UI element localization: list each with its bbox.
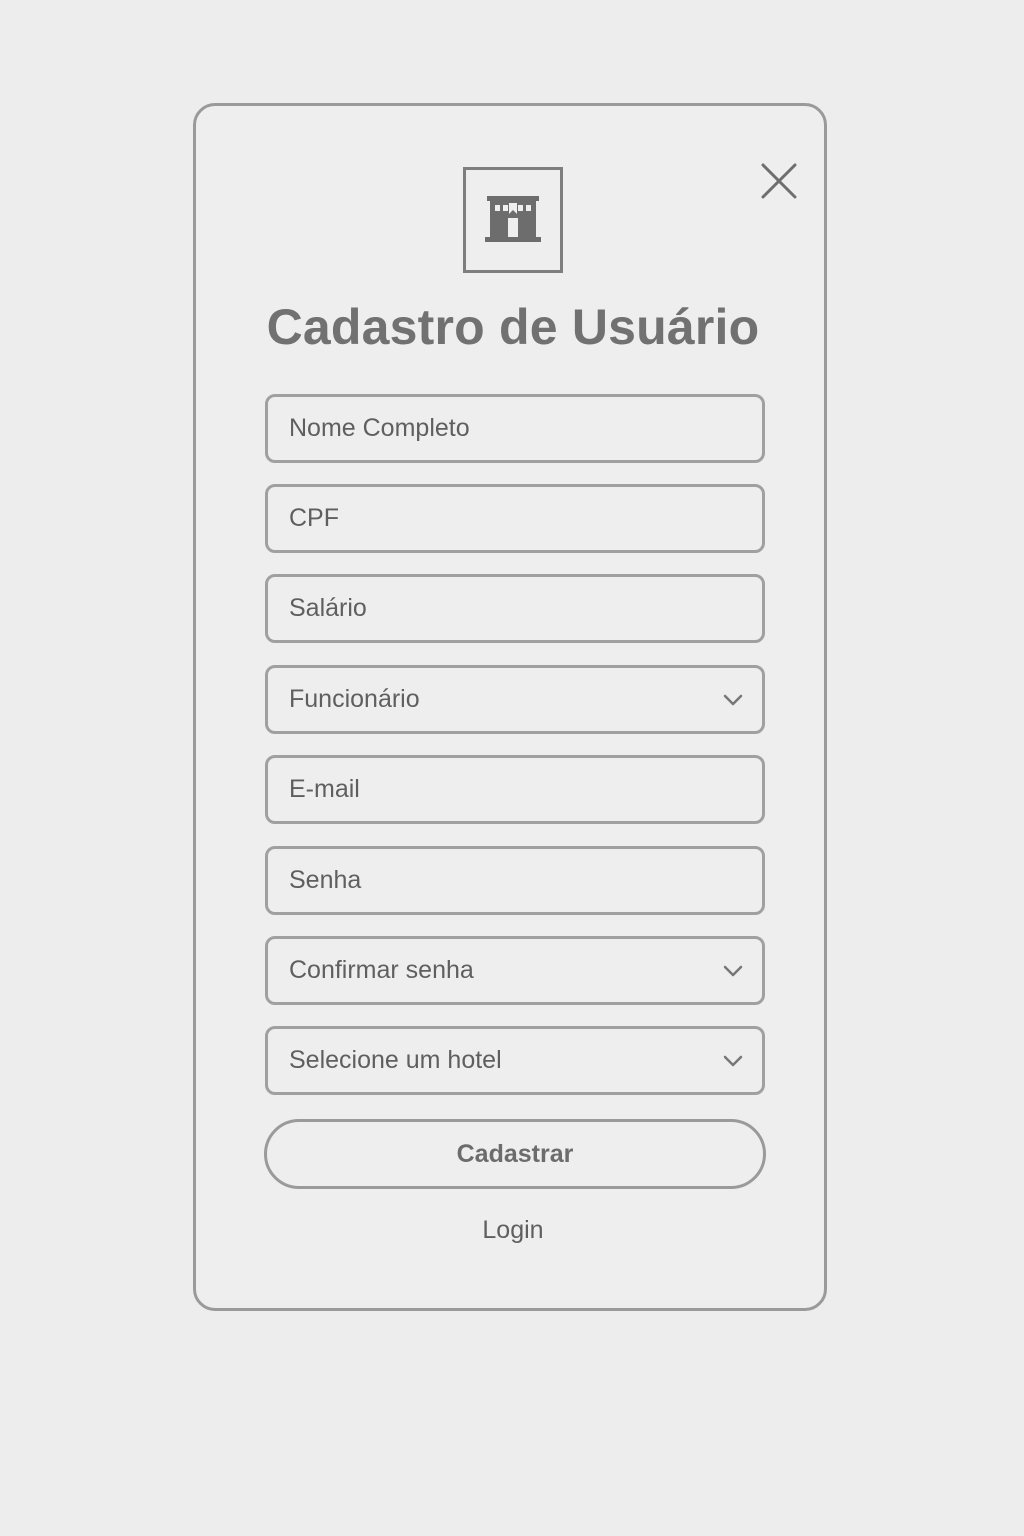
chevron-down-icon — [722, 964, 744, 978]
hotel-building-icon — [485, 196, 541, 242]
login-link[interactable]: Login — [196, 1216, 830, 1245]
salary-placeholder: Salário — [289, 594, 367, 622]
submit-button-label: Cadastrar — [456, 1139, 574, 1168]
email-input[interactable]: E-mail — [265, 755, 765, 824]
full-name-placeholder: Nome Completo — [289, 414, 470, 442]
salary-input[interactable]: Salário — [265, 574, 765, 643]
close-button[interactable] — [759, 161, 799, 201]
close-icon — [761, 163, 797, 199]
chevron-down-icon — [722, 1054, 744, 1068]
confirm-password-input[interactable]: Confirmar senha — [265, 936, 765, 1005]
registration-card: Cadastro de Usuário Nome Completo CPF Sa… — [193, 103, 827, 1311]
cpf-input[interactable]: CPF — [265, 484, 765, 553]
hotel-select[interactable]: Selecione um hotel — [265, 1026, 765, 1095]
confirm-password-placeholder: Confirmar senha — [289, 956, 474, 984]
hotel-logo — [463, 167, 563, 273]
password-input[interactable]: Senha — [265, 846, 765, 915]
full-name-input[interactable]: Nome Completo — [265, 394, 765, 463]
submit-button[interactable]: Cadastrar — [264, 1119, 766, 1189]
role-select-value: Funcionário — [289, 685, 420, 713]
cpf-placeholder: CPF — [289, 504, 339, 532]
page-title: Cadastro de Usuário — [266, 299, 760, 355]
password-placeholder: Senha — [289, 866, 362, 894]
chevron-down-icon — [722, 693, 744, 707]
email-placeholder: E-mail — [289, 775, 360, 803]
role-select[interactable]: Funcionário — [265, 665, 765, 734]
hotel-select-placeholder: Selecione um hotel — [289, 1046, 502, 1074]
